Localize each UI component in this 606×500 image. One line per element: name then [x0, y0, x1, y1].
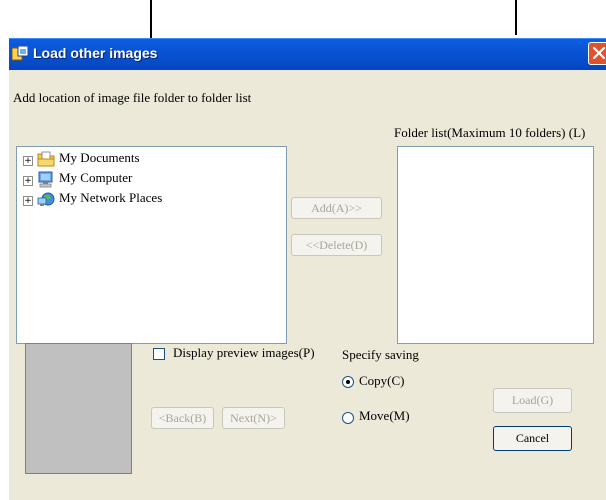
- network-places-icon: [37, 191, 55, 212]
- display-preview-checkbox[interactable]: [153, 348, 165, 360]
- folder-list[interactable]: [397, 146, 594, 344]
- load-button[interactable]: Load(G): [493, 388, 572, 413]
- callout-line-right: [515, 0, 517, 35]
- specify-saving-label: Specify saving: [342, 347, 419, 362]
- tree-item-label: My Network Places: [59, 190, 163, 205]
- display-preview-label[interactable]: Display preview images(P): [173, 345, 315, 361]
- close-icon: [592, 46, 606, 60]
- image-preview: [25, 343, 132, 474]
- app-icon: [11, 45, 29, 62]
- folder-list-label: Folder list(Maximum 10 folders) (L): [394, 125, 586, 140]
- close-button[interactable]: [588, 42, 606, 65]
- next-button[interactable]: Next(N)>: [222, 407, 285, 429]
- load-other-images-dialog: Load other images Add location of image …: [9, 38, 606, 500]
- copy-radio-label[interactable]: Copy(C): [359, 373, 405, 389]
- expand-icon[interactable]: +: [23, 176, 33, 186]
- folder-documents-icon: [37, 151, 55, 172]
- computer-icon: [37, 171, 55, 192]
- add-button[interactable]: Add(A)>>: [291, 197, 382, 219]
- title-bar: Load other images: [9, 38, 606, 70]
- cancel-button[interactable]: Cancel: [493, 426, 572, 451]
- instruction-text: Add location of image file folder to fol…: [13, 90, 252, 105]
- back-button[interactable]: <Back(B): [151, 407, 214, 429]
- window-title: Load other images: [33, 45, 158, 61]
- tree-item-label: My Computer: [59, 170, 133, 185]
- move-radio[interactable]: [342, 412, 354, 424]
- move-radio-label[interactable]: Move(M): [359, 408, 410, 424]
- delete-button[interactable]: <<Delete(D): [291, 234, 382, 256]
- folder-tree[interactable]: + My Documents + My Computer + My Networ…: [16, 146, 287, 344]
- expand-icon[interactable]: +: [23, 156, 33, 166]
- expand-icon[interactable]: +: [23, 196, 33, 206]
- copy-radio[interactable]: [342, 376, 354, 388]
- tree-item-label: My Documents: [59, 150, 140, 165]
- radio-selected-dot: [346, 380, 350, 384]
